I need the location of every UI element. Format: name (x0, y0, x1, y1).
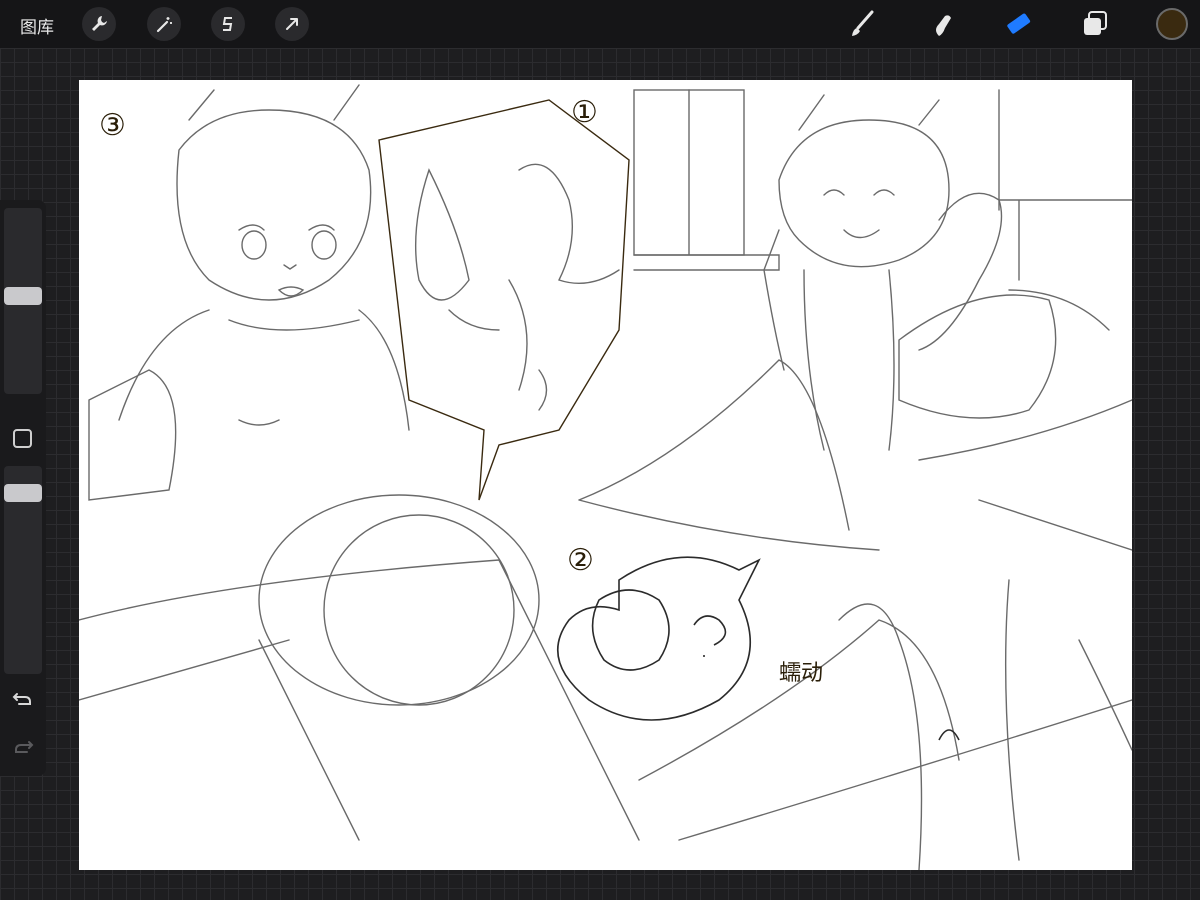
top-toolbar: 图库 (0, 0, 1200, 48)
sketch-artwork: ③ ① ② 蠕动 (79, 84, 1132, 870)
redo-icon[interactable] (11, 734, 35, 758)
eraser-icon[interactable] (1002, 8, 1034, 40)
gallery-button[interactable]: 图库 (20, 13, 54, 38)
left-sidebar (0, 200, 46, 776)
wiggle-text-label: 蠕动 (779, 661, 823, 686)
circled-1-label: ① (571, 95, 598, 130)
brush-size-handle[interactable] (4, 287, 42, 305)
opacity-handle[interactable] (4, 484, 42, 502)
circled-2-label: ② (567, 543, 594, 578)
smudge-icon[interactable] (925, 8, 957, 40)
wrench-icon[interactable] (82, 7, 116, 41)
layers-icon[interactable] (1080, 8, 1112, 40)
arrow-cursor-icon[interactable] (275, 7, 309, 41)
eyedropper-button[interactable] (13, 429, 32, 448)
circled-3-label: ③ (99, 108, 126, 143)
color-picker-swatch[interactable] (1156, 8, 1188, 40)
drawing-canvas[interactable]: ③ ① ② 蠕动 (79, 80, 1132, 870)
magic-wand-icon[interactable] (147, 7, 181, 41)
undo-icon[interactable] (11, 686, 35, 710)
selection-s-icon[interactable] (211, 7, 245, 41)
brush-icon[interactable] (846, 8, 878, 40)
